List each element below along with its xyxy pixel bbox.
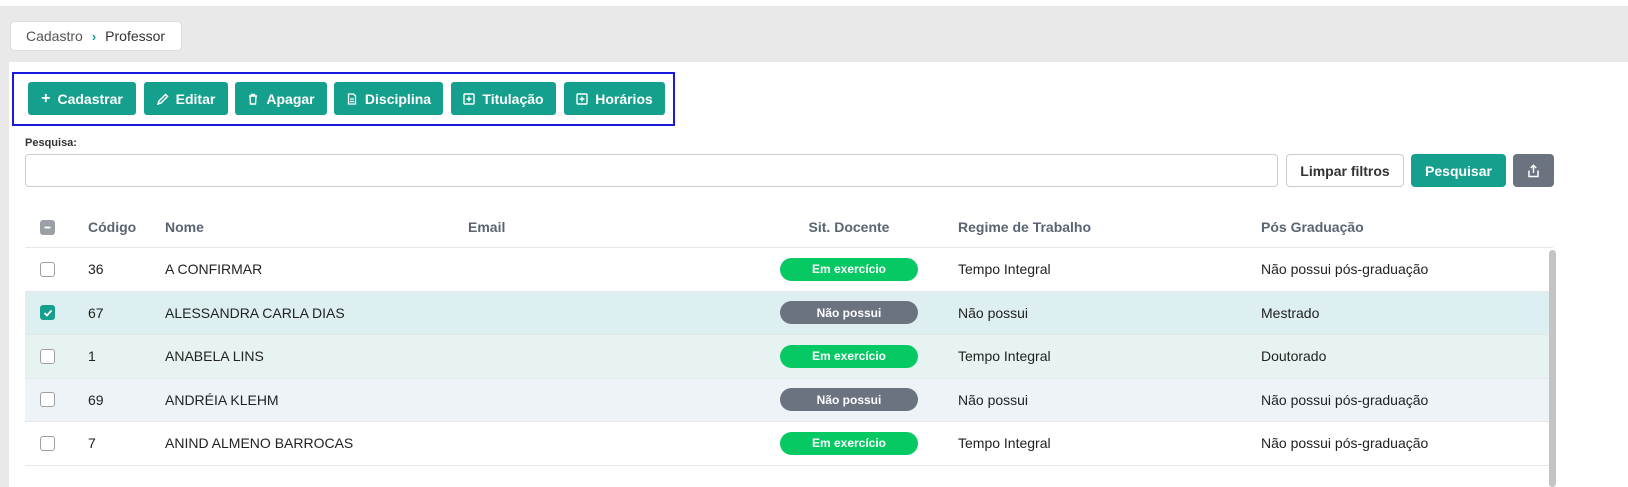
cell-nome: ANDRÉIA KLEHM: [165, 391, 279, 408]
action-toolbar: + Cadastrar Editar Apagar Disciplina Tit…: [12, 72, 675, 126]
header-sit-docente[interactable]: Sit. Docente: [780, 207, 918, 247]
cell-codigo: 67: [88, 304, 104, 321]
cell-sit: Em exercício: [780, 248, 918, 291]
disciplina-button[interactable]: Disciplina: [334, 82, 443, 115]
cell-nome: ANABELA LINS: [165, 348, 264, 365]
cell-regime: Tempo Integral: [958, 435, 1051, 452]
search-button[interactable]: Pesquisar: [1411, 154, 1506, 187]
professor-table: Código Nome Email Sit. Docente Regime de…: [25, 207, 1553, 466]
row-checkbox[interactable]: [40, 392, 55, 408]
main-panel: + Cadastrar Editar Apagar Disciplina Tit…: [9, 62, 1628, 487]
cell-sit: Não possui: [780, 379, 918, 422]
row-select-cell: [40, 422, 55, 465]
select-all-cell: [40, 207, 55, 247]
cell-pos: Não possui pós-graduação: [1261, 391, 1429, 408]
plus-square-icon: [576, 92, 588, 105]
cell-sit: Em exercício: [780, 335, 918, 378]
horarios-button[interactable]: Horários: [564, 82, 665, 115]
breadcrumb: Cadastro › Professor: [10, 21, 182, 51]
top-strip: [0, 0, 1628, 6]
plus-square-icon: [463, 92, 476, 105]
status-badge: Não possui: [780, 388, 918, 412]
cadastrar-label: Cadastrar: [57, 90, 123, 107]
cell-regime: Não possui: [958, 391, 1029, 408]
chevron-right-icon: ›: [91, 28, 97, 44]
apagar-label: Apagar: [266, 90, 315, 107]
status-badge: Em exercício: [780, 257, 918, 281]
cell-sit: Não possui: [780, 292, 918, 335]
header-nome[interactable]: Nome: [165, 207, 204, 247]
export-button[interactable]: [1513, 154, 1554, 187]
cell-codigo: 69: [88, 391, 104, 408]
header-pos-graduacao[interactable]: Pós Graduação: [1261, 207, 1364, 247]
header-regime[interactable]: Regime de Trabalho: [958, 207, 1091, 247]
row-checkbox[interactable]: [40, 435, 55, 451]
cell-regime: Não possui: [958, 304, 1029, 321]
row-select-cell: [40, 292, 55, 335]
select-all-checkbox[interactable]: [40, 219, 55, 235]
row-select-cell: [40, 379, 55, 422]
titulacao-label: Titulação: [482, 90, 544, 107]
minus-icon: [44, 226, 51, 228]
cell-pos: Não possui pós-graduação: [1261, 435, 1429, 452]
row-checkbox[interactable]: [40, 348, 55, 364]
cell-nome: A CONFIRMAR: [165, 261, 263, 278]
table-row[interactable]: 36 A CONFIRMAR Em exercício Tempo Integr…: [25, 248, 1553, 292]
check-icon: [43, 309, 52, 317]
cell-pos: Mestrado: [1261, 304, 1320, 321]
table-row[interactable]: 67 ALESSANDRA CARLA DIAS Não possui Não …: [25, 291, 1553, 335]
cell-nome: ANIND ALMENO BARROCAS: [165, 435, 354, 452]
search-label: Pesquisa:: [25, 137, 77, 149]
header-codigo[interactable]: Código: [88, 207, 136, 247]
header-email[interactable]: Email: [468, 207, 505, 247]
clear-filters-button[interactable]: Limpar filtros: [1286, 154, 1404, 187]
search-input[interactable]: [25, 154, 1278, 187]
trash-icon: [249, 93, 258, 105]
breadcrumb-current: Professor: [105, 28, 166, 44]
apagar-button[interactable]: Apagar: [235, 82, 327, 115]
editar-button[interactable]: Editar: [144, 82, 228, 115]
table-row[interactable]: 1 ANABELA LINS Em exercício Tempo Integr…: [25, 335, 1553, 379]
cell-codigo: 36: [88, 261, 104, 278]
share-icon: [1528, 163, 1539, 177]
table-row[interactable]: 7 ANIND ALMENO BARROCAS Em exercício Tem…: [25, 422, 1553, 466]
status-badge: Não possui: [780, 301, 918, 325]
row-select-cell: [40, 248, 55, 291]
pencil-icon: [156, 92, 169, 105]
breadcrumb-root[interactable]: Cadastro: [26, 28, 83, 44]
cell-sit: Em exercício: [780, 422, 918, 465]
cell-nome: ALESSANDRA CARLA DIAS: [165, 304, 345, 321]
plus-icon: +: [41, 89, 51, 107]
editar-label: Editar: [175, 90, 216, 107]
disciplina-label: Disciplina: [364, 90, 432, 107]
cadastrar-button[interactable]: + Cadastrar: [28, 82, 136, 115]
titulacao-button[interactable]: Titulação: [451, 82, 556, 115]
table-row[interactable]: 69 ANDRÉIA KLEHM Não possui Não possui N…: [25, 378, 1553, 422]
table-scrollbar[interactable]: [1549, 250, 1556, 487]
status-badge: Em exercício: [780, 431, 918, 455]
row-checkbox[interactable]: [40, 305, 55, 321]
table-header: Código Nome Email Sit. Docente Regime de…: [25, 207, 1553, 248]
horarios-label: Horários: [595, 90, 653, 107]
row-select-cell: [40, 335, 55, 378]
cell-pos: Não possui pós-graduação: [1261, 261, 1429, 278]
cell-codigo: 1: [88, 348, 96, 365]
cell-pos: Doutorado: [1261, 348, 1327, 365]
cell-regime: Tempo Integral: [958, 348, 1051, 365]
document-icon: [347, 92, 357, 105]
row-checkbox[interactable]: [40, 261, 55, 277]
cell-regime: Tempo Integral: [958, 261, 1051, 278]
cell-codigo: 7: [88, 435, 96, 452]
status-badge: Em exercício: [780, 344, 918, 368]
